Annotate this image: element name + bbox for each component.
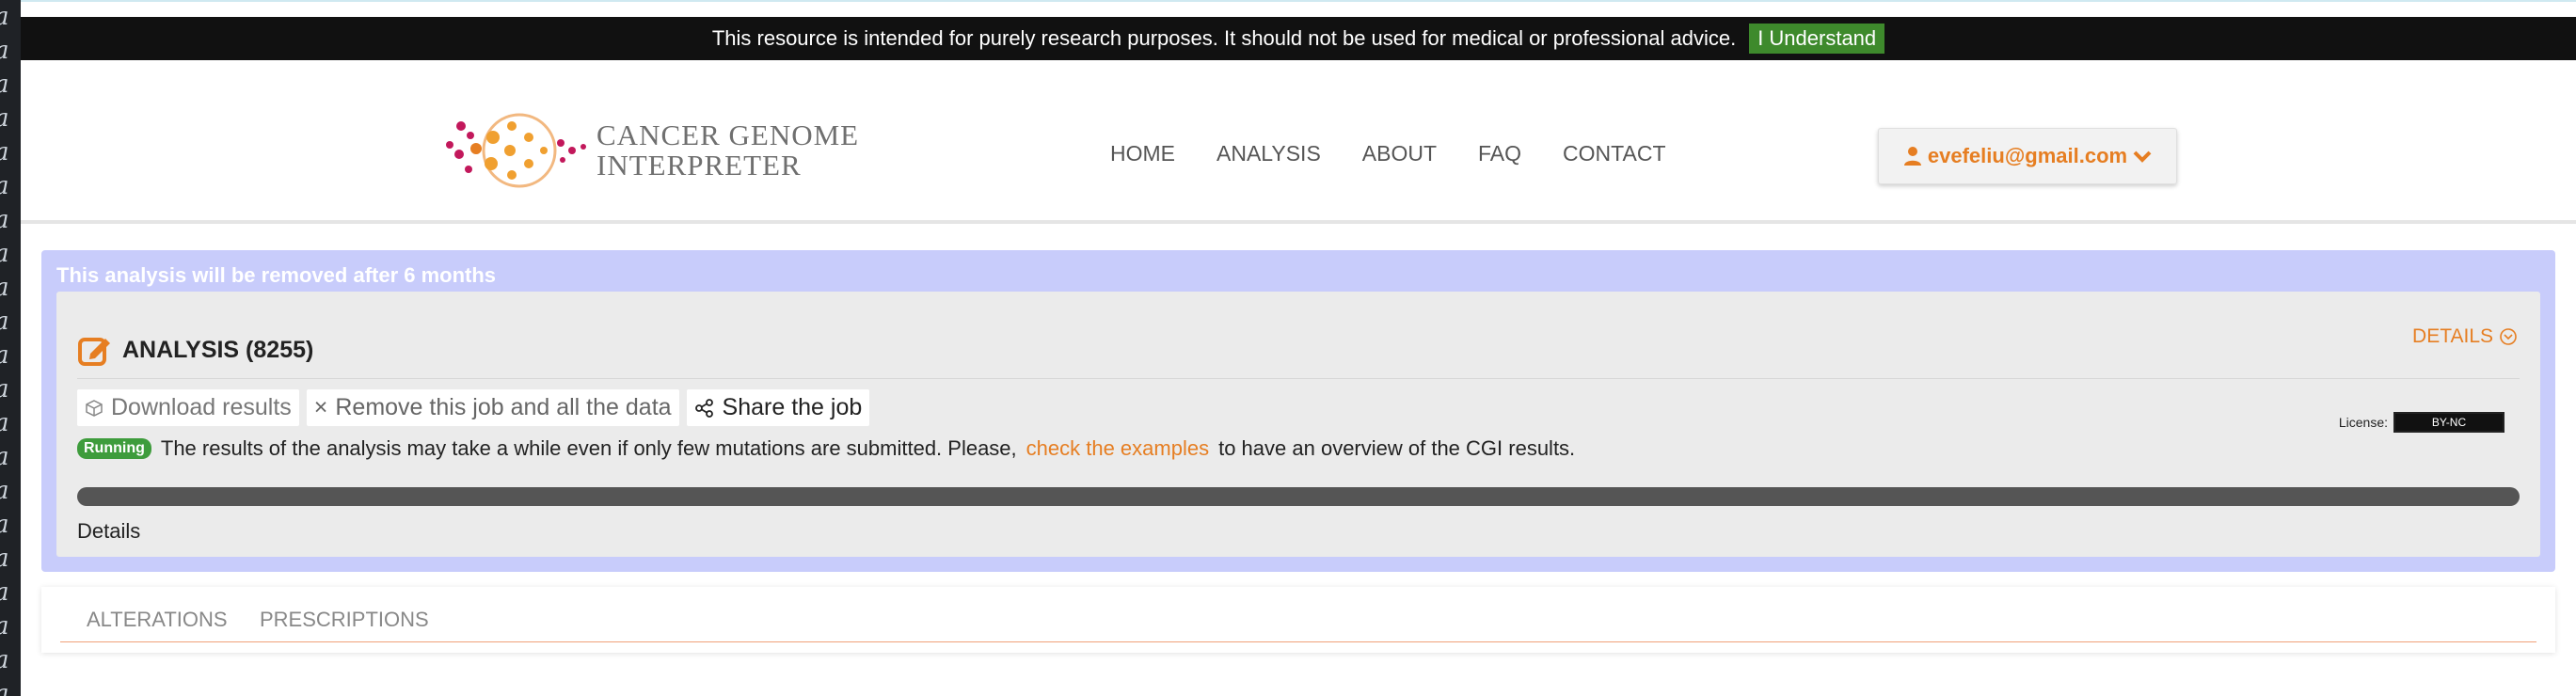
share-icon xyxy=(694,398,713,418)
details-label[interactable]: Details xyxy=(77,519,140,544)
cc-license-text: BY-NC xyxy=(2431,416,2467,429)
results-tabs: ALTERATIONS PRESCRIPTIONS xyxy=(41,587,2555,653)
analysis-title: ANALYSIS (8255) xyxy=(122,336,314,363)
tab-prescriptions[interactable]: PRESCRIPTIONS xyxy=(260,608,429,632)
status-message-post: to have an overview of the CGI results. xyxy=(1218,436,1576,460)
download-results-label: Download results xyxy=(111,394,292,420)
share-job-label: Share the job xyxy=(722,394,863,420)
chevron-circle-down-icon xyxy=(2500,328,2517,345)
nav-faq[interactable]: FAQ xyxy=(1478,141,1521,166)
cgi-logo-icon[interactable] xyxy=(442,109,593,194)
site-logo-text[interactable]: CANCER GENOME INTERPRETER xyxy=(596,120,859,181)
logo-line-2: INTERPRETER xyxy=(596,149,802,182)
card-divider xyxy=(77,378,2520,379)
removal-notice: This analysis will be removed after 6 mo… xyxy=(56,263,497,287)
details-toggle-label: DETAILS xyxy=(2412,325,2493,347)
main-nav: HOME ANALYSIS ABOUT FAQ CONTACT xyxy=(1110,141,1666,166)
top-edge xyxy=(21,0,2576,17)
download-results-button[interactable]: Download results xyxy=(77,389,299,426)
logo-line-1: CANCER GENOME xyxy=(596,119,860,151)
nav-about[interactable]: ABOUT xyxy=(1362,141,1437,166)
tabs-underline xyxy=(60,641,2536,642)
package-icon xyxy=(86,399,103,417)
cookie-bar: This resource is intended for purely res… xyxy=(21,17,2576,60)
status-message-pre: The results of the analysis may take a w… xyxy=(160,436,1017,460)
analysis-header: ANALYSIS (8255) xyxy=(77,333,313,367)
status-badge: Running xyxy=(77,438,151,459)
user-email: evefeliu@gmail.com xyxy=(1927,144,2128,167)
analysis-panel: This analysis will be removed after 6 mo… xyxy=(41,250,2555,572)
license-label: License: xyxy=(2338,415,2388,430)
background-window-strip: aaaaaaaaaaaaaaaaaaaaa xyxy=(0,0,21,696)
check-examples-link[interactable]: check the examples xyxy=(1026,436,1209,461)
chevron-down-icon xyxy=(2133,150,2152,163)
license: License: BY-NC xyxy=(2339,412,2504,433)
status-line: Running The results of the analysis may … xyxy=(77,436,1575,461)
site-header: CANCER GENOME INTERPRETER HOME ANALYSIS … xyxy=(21,60,2576,224)
edit-icon xyxy=(78,338,110,366)
progress-fill xyxy=(77,487,2520,506)
remove-job-button[interactable]: × Remove this job and all the data xyxy=(306,389,679,426)
progress-bar xyxy=(77,487,2520,506)
nav-contact[interactable]: CONTACT xyxy=(1563,141,1665,166)
nav-analysis[interactable]: ANALYSIS xyxy=(1216,141,1321,166)
details-toggle[interactable]: DETAILS xyxy=(2412,325,2518,348)
user-menu-button[interactable]: evefeliu@gmail.com xyxy=(1878,128,2177,184)
cc-license-badge[interactable]: BY-NC xyxy=(2393,412,2504,433)
job-actions: Download results × Remove this job and a… xyxy=(77,389,870,426)
tab-alterations[interactable]: ALTERATIONS xyxy=(87,608,228,632)
remove-job-label: Remove this job and all the data xyxy=(335,394,672,420)
share-job-button[interactable]: Share the job xyxy=(686,389,870,426)
cookie-bar-text: This resource is intended for purely res… xyxy=(711,26,1737,50)
nav-home[interactable]: HOME xyxy=(1110,141,1175,166)
close-icon: × xyxy=(313,394,328,420)
user-icon xyxy=(1903,147,1921,166)
understand-button[interactable]: I Understand xyxy=(1749,24,1885,54)
analysis-card: ANALYSIS (8255) DETAILS Download results… xyxy=(56,292,2540,557)
